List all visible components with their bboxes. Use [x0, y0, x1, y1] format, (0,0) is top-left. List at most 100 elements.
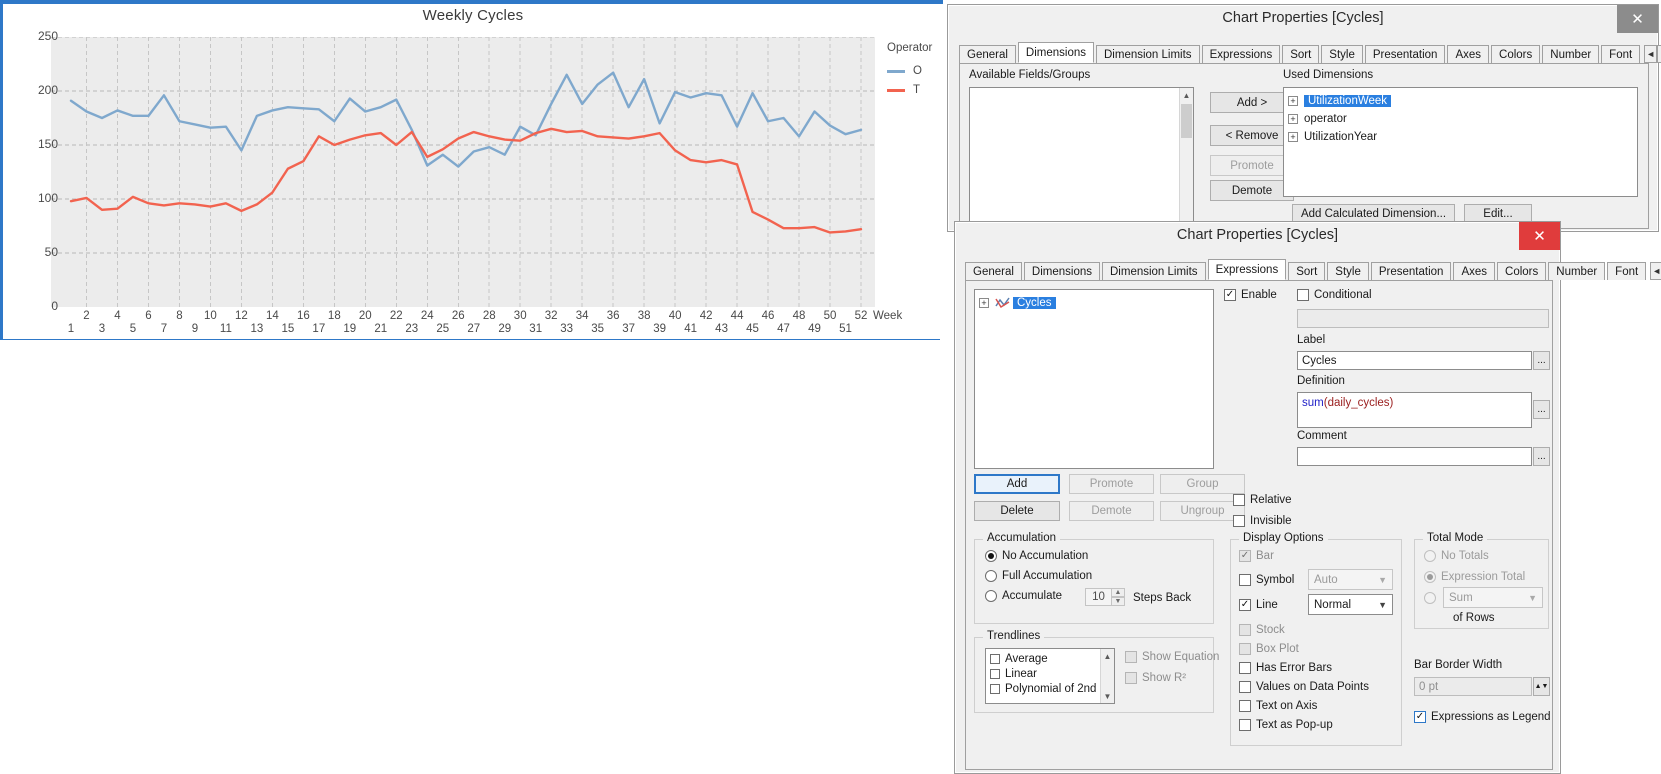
tab-axes[interactable]: Axes [1453, 262, 1496, 280]
expand-icon[interactable]: + [1288, 114, 1298, 124]
chart-properties-dialog-expressions[interactable]: Chart Properties [Cycles] ✕ General Dimen… [954, 221, 1661, 774]
dialog1-close-button[interactable]: ✕ [1617, 5, 1658, 33]
scrollbar-thumb[interactable] [1181, 104, 1192, 138]
available-fields-listbox[interactable]: ▲ [969, 87, 1194, 227]
add-expression-button[interactable]: Add [974, 474, 1060, 494]
tab-dimension-limits[interactable]: Dimension Limits [1096, 45, 1200, 63]
definition-browse-button[interactable]: ... [1533, 400, 1550, 419]
values-on-data-points-checkbox[interactable]: Values on Data Points [1239, 681, 1369, 693]
no-accumulation-radio[interactable]: No Accumulation [985, 550, 1088, 562]
delete-expression-button[interactable]: Delete [974, 501, 1060, 521]
used-dimension-item[interactable]: + UtilizationWeek [1284, 92, 1637, 110]
invisible-checkbox[interactable]: Invisible [1233, 515, 1292, 527]
scroll-up-arrow-icon[interactable]: ▲ [1101, 649, 1114, 663]
accumulate-radio[interactable]: Accumulate [985, 590, 1062, 602]
tab-number[interactable]: Number [1542, 45, 1600, 63]
tab-general[interactable]: General [959, 45, 1016, 63]
used-dimensions-listbox[interactable]: + UtilizationWeek + operator + UtilizationYea… [1283, 87, 1638, 197]
expression-list[interactable]: + Cycles [974, 289, 1214, 469]
trendlines-items[interactable]: Average Linear Polynomial of 2nd d [986, 649, 1114, 696]
expression-name: Cycles [1013, 297, 1056, 309]
dialog2-close-button[interactable]: ✕ [1519, 222, 1560, 250]
label-browse-button[interactable]: ... [1533, 351, 1550, 370]
tab-style[interactable]: Style [1321, 45, 1363, 63]
tab-number[interactable]: Number [1548, 262, 1606, 280]
used-dimension-item[interactable]: + UtilizationYear [1284, 128, 1637, 146]
tab-sort[interactable]: Sort [1282, 45, 1320, 63]
tab-expressions[interactable]: Expressions [1201, 45, 1281, 63]
comment-browse-button[interactable]: ... [1533, 447, 1550, 466]
available-fields-scrollbar[interactable]: ▲ [1179, 88, 1193, 226]
trendline-item[interactable]: Linear [986, 666, 1114, 681]
expand-icon[interactable]: + [1288, 96, 1298, 106]
stepper-down-icon[interactable]: ▼ [1111, 597, 1125, 606]
dialog2-titlebar[interactable]: Chart Properties [Cycles] ✕ [955, 222, 1560, 254]
label-input[interactable]: Cycles [1297, 351, 1532, 370]
tab-scroll-left-icon[interactable]: ◄ [1650, 262, 1661, 280]
checkbox-box[interactable] [990, 653, 1000, 664]
checkbox-box[interactable] [990, 683, 1000, 694]
expression-tree-item-cycles[interactable]: + Cycles [975, 294, 1213, 312]
conditional-input[interactable] [1297, 309, 1549, 328]
stepper-up-icon[interactable]: ▲ [1111, 588, 1125, 597]
tab-scroll-left-icon[interactable]: ◄ [1644, 45, 1658, 63]
add-dimension-button[interactable]: Add > [1210, 92, 1294, 113]
dialog2-tabstrip[interactable]: General Dimensions Dimension Limits Express… [965, 259, 1661, 280]
y-axis-tick-label: 0 [51, 299, 58, 313]
legend-item-t[interactable]: T [887, 82, 947, 98]
tab-sort[interactable]: Sort [1288, 262, 1326, 280]
expand-icon[interactable]: + [1288, 132, 1298, 142]
comment-input[interactable] [1297, 447, 1532, 466]
relative-checkbox[interactable]: Relative [1233, 494, 1292, 506]
tab-font[interactable]: Font [1601, 45, 1641, 63]
conditional-checkbox[interactable]: Conditional [1297, 289, 1372, 301]
tab-dimensions[interactable]: Dimensions [1023, 262, 1100, 280]
dialog1-tabstrip[interactable]: General Dimensions Dimension Limits Express… [959, 42, 1661, 63]
chart-panel[interactable]: Weekly Cycles 0 50 100 150 200 250 2 4 6 8 10 12 14… [0, 0, 943, 340]
text-on-axis-checkbox[interactable]: Text on Axis [1239, 700, 1317, 712]
tab-dimension-limits[interactable]: Dimension Limits [1102, 262, 1206, 280]
legend-item-o[interactable]: O [887, 63, 947, 79]
remove-dimension-button[interactable]: < Remove [1210, 125, 1294, 146]
dialog1-titlebar[interactable]: Chart Properties [Cycles] ✕ [948, 5, 1658, 37]
expand-icon[interactable]: + [979, 298, 989, 308]
tab-dimensions[interactable]: Dimensions [1017, 42, 1094, 63]
has-error-bars-checkbox[interactable]: Has Error Bars [1239, 662, 1332, 674]
trendline-item[interactable]: Polynomial of 2nd d [986, 681, 1114, 696]
trendline-item[interactable]: Average [986, 651, 1114, 666]
scroll-down-arrow-icon[interactable]: ▼ [1101, 689, 1114, 703]
tab-font[interactable]: Font [1607, 262, 1647, 280]
tab-style[interactable]: Style [1327, 262, 1369, 280]
definition-input[interactable]: sum (daily_cycles) [1297, 392, 1532, 428]
tab-presentation[interactable]: Presentation [1364, 45, 1446, 63]
line-checkbox[interactable]: ✓ Line [1239, 599, 1278, 611]
bar-border-width-stepper[interactable]: ▲▼ [1533, 677, 1550, 696]
tab-axes[interactable]: Axes [1447, 45, 1490, 63]
chart-plot-area[interactable] [51, 37, 875, 307]
enable-checkbox[interactable]: ✓ Enable [1224, 289, 1277, 301]
full-accumulation-radio[interactable]: Full Accumulation [985, 570, 1092, 582]
chart-properties-dialog-dimensions[interactable]: Chart Properties [Cycles] ✕ General Dimen… [947, 4, 1661, 232]
line-combo[interactable]: Normal ▼ [1308, 594, 1393, 615]
steps-back-stepper[interactable]: 10 ▲ ▼ [1085, 588, 1125, 606]
tab-expressions[interactable]: Expressions [1207, 259, 1287, 280]
used-dimensions-list[interactable]: + UtilizationWeek + operator + UtilizationYea… [1284, 88, 1637, 146]
stepper-arrows[interactable]: ▲ ▼ [1111, 588, 1125, 606]
scroll-up-arrow-icon[interactable]: ▲ [1180, 88, 1193, 102]
definition-argument: (daily_cycles) [1323, 397, 1394, 409]
text-as-popup-checkbox[interactable]: Text as Pop-up [1239, 719, 1333, 731]
tab-general[interactable]: General [965, 262, 1022, 280]
symbol-combo[interactable]: Auto ▼ [1308, 569, 1393, 590]
tab-presentation[interactable]: Presentation [1370, 262, 1452, 280]
demote-dimension-button[interactable]: Demote [1210, 180, 1294, 201]
used-dimension-item[interactable]: + operator [1284, 110, 1637, 128]
checkbox-box[interactable] [990, 668, 1000, 679]
trendlines-listbox[interactable]: Average Linear Polynomial of 2nd d ▲ ▼ [985, 648, 1115, 704]
tab-colors[interactable]: Colors [1497, 262, 1547, 280]
bar-border-width-input[interactable]: 0 pt [1414, 677, 1532, 696]
tab-scroll-right-icon[interactable]: ► [1657, 45, 1661, 63]
trendlines-scrollbar[interactable]: ▲ ▼ [1100, 649, 1114, 703]
tab-colors[interactable]: Colors [1491, 45, 1541, 63]
expressions-as-legend-checkbox[interactable]: ✓ Expressions as Legend [1414, 711, 1551, 723]
symbol-checkbox[interactable]: Symbol [1239, 574, 1294, 586]
